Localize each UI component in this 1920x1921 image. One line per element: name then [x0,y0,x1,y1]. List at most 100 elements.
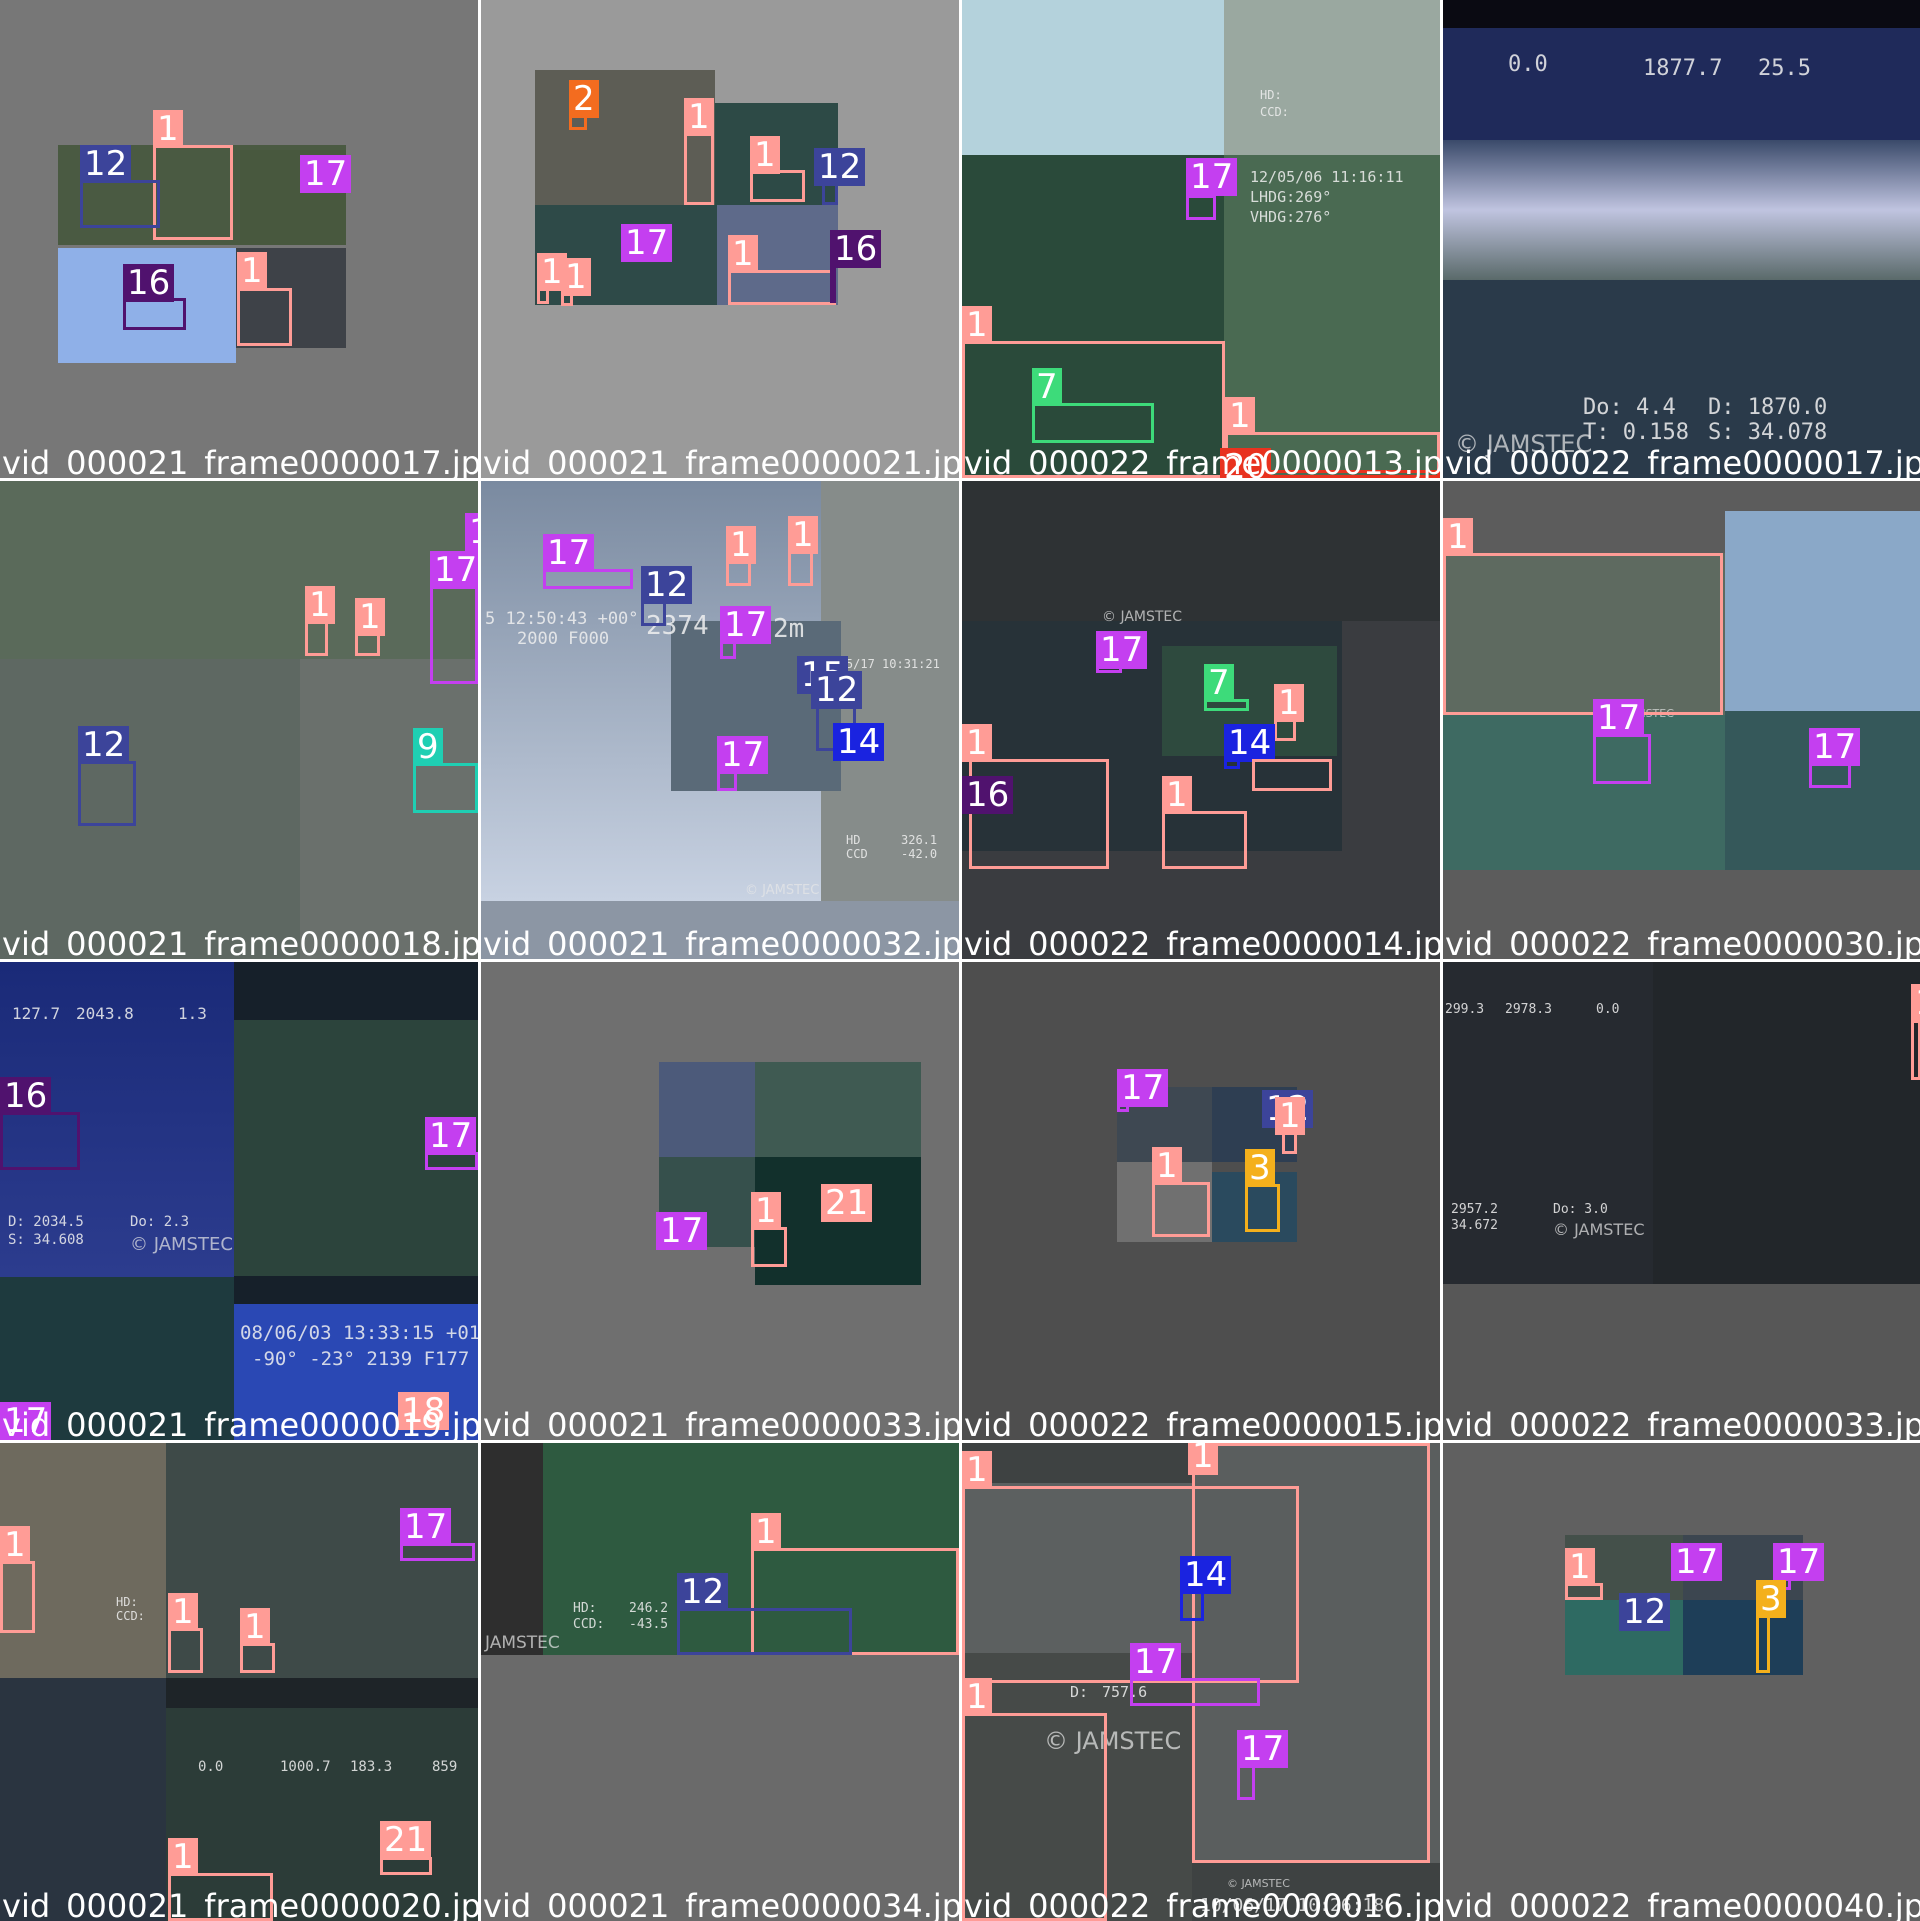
frame-caption: vid_000022_frame0000033.jpg [1445,1406,1920,1440]
frame-image [1443,715,1725,870]
class-label: 1 [0,1526,30,1564]
frame-caption: vid_000022_frame0000030.jpg [1445,925,1920,959]
class-label: 17 [1773,1543,1825,1581]
tile: 5 12:50:43 +00° 2000 F000 2374 2m 12/05/… [481,481,959,959]
overlay-text: 0.0 [1508,52,1548,77]
frame-caption: vid_000021_frame0000017.jpg [2,444,478,478]
frame-caption: vid_000022_frame0000040.jpg [1445,1887,1920,1921]
bbox-1 [1152,1182,1210,1237]
bbox-17 [1130,1678,1260,1706]
overlay-text: 183.3 [350,1759,393,1775]
overlay-text: 1000.7 [280,1759,331,1775]
overlay-text: 34.672 [1451,1218,1498,1233]
bbox-17 [1593,734,1651,784]
bbox-16 [830,265,836,303]
frame-caption: vid_000022_frame0000017.jpg [1445,444,1920,478]
overlay-text: 246.2 [629,1601,669,1616]
bbox-3 [1245,1184,1280,1232]
class-label: 1 [153,110,183,148]
class-label: 1 [1188,1443,1218,1475]
overlay-text: 859 [432,1759,458,1775]
bbox-16 [0,1112,80,1170]
overlay-text: HD: [1260,88,1282,102]
class-label: 1 [168,1593,198,1631]
tile: 17 1 21 vid_000021_frame0000033.jpg [481,962,959,1440]
bbox-1 [1911,1020,1920,1080]
frame-caption: vid_000021_frame0000018.jpg [2,925,478,959]
class-label: 17 [300,155,352,193]
frame-caption: vid_000021_frame0000019.jpg [2,1406,478,1440]
class-label: 1 [1225,397,1255,435]
class-label: 16 [0,1077,52,1115]
watermark: © JAMSTEC [1553,1220,1645,1239]
frame-caption: vid_000021_frame0000020.jpg [2,1887,478,1921]
class-label: 1 [962,306,992,344]
tile: © JAMSTEC 1 17 17 vid_000022_frame000003… [1443,481,1920,959]
bbox-12 [677,1608,852,1655]
bbox-1 [153,145,233,240]
bbox-1 [788,551,813,586]
bbox-9 [413,763,478,813]
overlay-text: D: [1070,1683,1089,1701]
class-label: 9 [413,728,443,766]
watermark: © JAMSTEC [130,1234,233,1255]
class-label: 1 [1274,684,1304,722]
class-label: 17 [1237,1730,1289,1768]
frame-caption: vid_000021_frame0000034.jpg [483,1887,959,1921]
overlay-text: D: 2034.5 [8,1214,84,1230]
class-label: 14 [1180,1556,1232,1594]
bbox-14 [1180,1591,1204,1621]
class-label: 17 [1186,158,1238,196]
overlay-text: CCD: [116,1609,145,1623]
bbox-17 [430,586,478,684]
class-label: 1 [240,1608,270,1646]
bbox-1 [728,270,836,305]
bbox-1 [240,1643,275,1673]
class-label: 1 [1152,1147,1182,1185]
bbox-1 [1192,1443,1430,1863]
class-label: 2 [569,80,599,118]
class-label: 1 [1275,1097,1305,1135]
frame-caption: vid_000021_frame0000033.jpg [483,1406,959,1440]
class-label: 17 [720,606,772,644]
overlay-text: 127.7 [12,1004,61,1023]
overlay-text: 5 12:50:43 +00° [485,609,639,629]
frame-image [962,481,1440,621]
bbox-1 [237,288,292,346]
frame-image [0,1678,166,1921]
class-label: 1 [237,252,267,290]
overlay-text: -42.0 [901,847,938,861]
overlay-text: T: 0.158 [1583,420,1689,445]
class-label: 1 [728,235,758,273]
overlay-text: HD: [116,1595,138,1609]
overlay-text: S: 34.608 [8,1232,84,1248]
frame-image [0,659,300,959]
class-label: 21 [380,1821,432,1859]
class-label: 17 [1130,1643,1182,1681]
tile: 0.0 25.5 1877.7 D: 1870.0 Do: 4.4 S: 34.… [1443,0,1920,478]
frame-image [481,1443,543,1655]
class-label: 17 [1671,1543,1723,1581]
tile: 127.7 2043.8 1.3 D: 2034.5 S: 34.608 Do:… [0,962,478,1440]
watermark: JAMSTEC [485,1633,560,1653]
tile: © JAMSTEC 17 7 1 14 1 16 1 vid_000022_fr… [962,481,1440,959]
frame-caption: vid_000022_frame0000013.jpg [964,444,1440,478]
tile: HD: CCD: 246.2 -43.5 JAMSTEC 1 12 vid_00… [481,1443,959,1921]
class-label: 17 [1593,699,1645,737]
frame-image [0,481,478,659]
class-label: 1 [962,1451,992,1489]
class-label: 1 [750,136,780,174]
class-label: 1 [305,586,335,624]
class-label: 16 [962,776,1014,814]
overlay-text: 25.5 [1758,56,1811,81]
class-label: 12 [641,566,693,604]
frame-image [755,1062,921,1157]
frame-caption: vid_000021_frame0000021.jpg [483,444,959,478]
overlay-text: HD [846,833,861,847]
watermark: © JAMSTEC [1102,609,1183,625]
tile: 299.3 2978.3 0.0 2957.2 34.672 Do: 3.0 ©… [1443,962,1920,1440]
bbox-3 [1756,1615,1770,1673]
overlay-text: 2m [773,614,805,644]
tile: 17 17 1 1 12 9 vid_000021_frame0000018.j… [0,481,478,959]
class-label: 17 [1096,631,1148,669]
